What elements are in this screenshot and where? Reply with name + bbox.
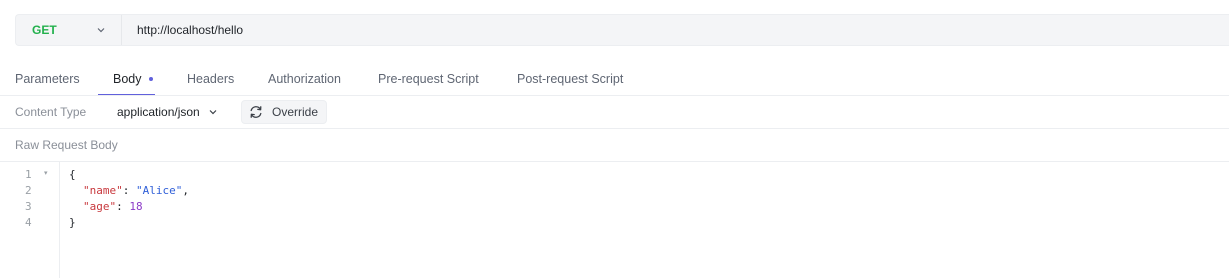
- url-input[interactable]: http://localhost/hello: [122, 23, 243, 37]
- override-label: Override: [272, 105, 319, 119]
- code-line: "name": "Alice",: [83, 184, 189, 197]
- line-number: 2: [25, 184, 32, 197]
- fold-caret-icon[interactable]: ▾: [44, 169, 48, 177]
- code-line: }: [69, 216, 76, 229]
- brace: }: [69, 216, 76, 229]
- content-type-select[interactable]: application/json: [117, 105, 218, 119]
- raw-body-label: Raw Request Body: [15, 138, 118, 152]
- tab-post-request-script[interactable]: Post-request Script: [517, 72, 623, 86]
- tab-pre-request-script[interactable]: Pre-request Script: [378, 72, 479, 86]
- json-string: "Alice": [136, 184, 183, 197]
- editor-top-divider: [0, 161, 1229, 162]
- override-button[interactable]: Override: [241, 100, 327, 124]
- tabs-divider: [0, 95, 1229, 96]
- content-type-value: application/json: [117, 105, 200, 119]
- tab-body-label: Body: [113, 72, 142, 86]
- line-number: 3: [25, 200, 32, 213]
- tab-headers[interactable]: Headers: [187, 72, 234, 86]
- tab-parameters[interactable]: Parameters: [15, 72, 80, 86]
- method-label: GET: [32, 23, 57, 37]
- method-select[interactable]: GET: [16, 15, 122, 45]
- brace: {: [69, 168, 76, 181]
- chevron-down-icon: [97, 28, 105, 33]
- tab-authorization[interactable]: Authorization: [268, 72, 341, 86]
- url-bar: GET http://localhost/hello: [15, 14, 1229, 46]
- json-key: "age": [83, 200, 117, 213]
- tab-body[interactable]: Body: [113, 72, 153, 86]
- json-number: 18: [129, 200, 143, 213]
- line-number: 4: [25, 216, 32, 229]
- code-line: "age": 18: [83, 200, 143, 213]
- content-type-label: Content Type: [15, 105, 87, 119]
- refresh-icon: [250, 106, 262, 118]
- line-number: 1: [25, 168, 32, 181]
- content-type-divider: [0, 128, 1229, 129]
- json-key: "name": [83, 184, 123, 197]
- chevron-down-icon: [209, 110, 217, 115]
- modified-dot-icon: [148, 76, 153, 81]
- code-line: {: [69, 168, 76, 181]
